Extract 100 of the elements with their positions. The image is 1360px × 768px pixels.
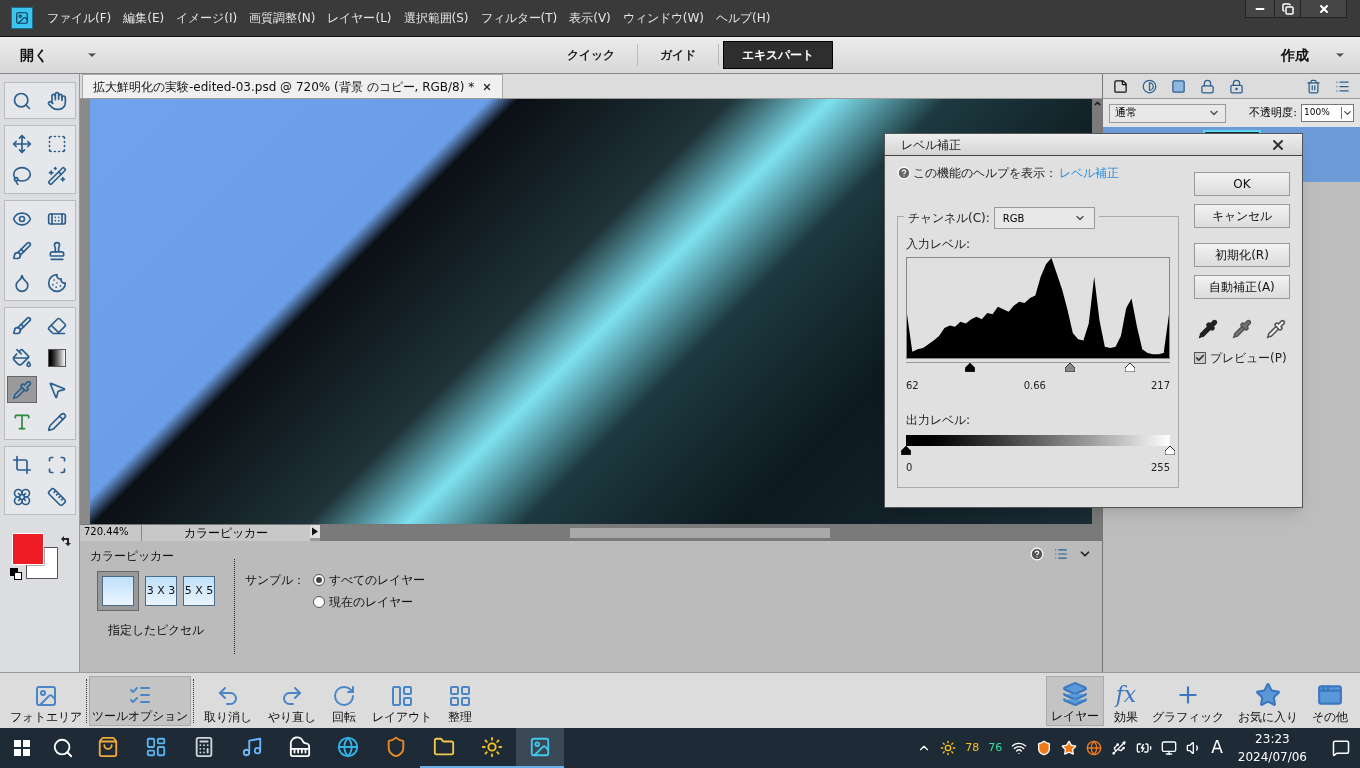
channel-dropdown[interactable]: RGB	[993, 207, 1095, 229]
marquee-icon	[47, 133, 67, 154]
bottom-bar-button[interactable]: ツールオプション	[89, 675, 191, 726]
music-icon	[241, 736, 263, 758]
slider-handle[interactable]	[1125, 363, 1136, 372]
menu-item[interactable]: 表示(V)	[563, 9, 617, 27]
radio-button[interactable]	[313, 596, 325, 608]
menu-item[interactable]: 画質調整(N)	[243, 9, 322, 27]
menu-item[interactable]: レイヤー(L)	[321, 9, 398, 27]
background-swatch[interactable]	[25, 547, 58, 579]
document-tab[interactable]: 拡大鮮明化の実験-edited-03.psd @ 720% (背景 のコピー, RGB/8) *	[82, 74, 504, 98]
sample-size-button[interactable]: 5 X 5	[183, 576, 215, 606]
bottom-bar-button[interactable]: fx 効果	[1110, 675, 1142, 726]
close-icon[interactable]	[482, 81, 493, 92]
level-value: 0	[906, 461, 913, 475]
shield-icon[interactable]	[1036, 740, 1053, 756]
sample-size-button[interactable]: 3 X 3	[145, 576, 177, 606]
bottom-bar-button[interactable]: レイヤー	[1046, 675, 1104, 726]
sample-size-button[interactable]	[97, 571, 139, 611]
ime-indicator[interactable]: A	[1211, 735, 1223, 761]
clock[interactable]: 23:23 2024/07/06	[1237, 730, 1307, 766]
mode-tab[interactable]: ガイド	[642, 41, 714, 69]
default-colors-icon[interactable]	[9, 568, 22, 580]
help-icon[interactable]	[1030, 547, 1044, 561]
radio-button[interactable]	[313, 574, 325, 586]
wifi-icon[interactable]	[1011, 740, 1028, 756]
dialog-button[interactable]: 初期化(R)	[1194, 243, 1290, 267]
menu-item[interactable]: フィルター(T)	[474, 9, 564, 27]
eyedropper-icon[interactable]	[1198, 319, 1218, 339]
swap-arrow-icon[interactable]	[59, 535, 72, 547]
panel-menu-icon[interactable]	[1054, 547, 1068, 561]
slider-handle[interactable]	[1064, 363, 1075, 372]
mode-tab[interactable]: エキスパート	[723, 41, 833, 69]
menu-item[interactable]: ファイル(F)	[41, 9, 118, 27]
network-icon[interactable]	[1161, 740, 1178, 756]
adjustment-icon[interactable]	[1142, 78, 1157, 94]
usb-icon[interactable]	[1111, 740, 1128, 756]
blend-mode-dropdown[interactable]: 通常	[1109, 103, 1226, 123]
bottom-bar-button[interactable]: グラフィック	[1148, 675, 1228, 726]
help-text: この機能のヘルプを表示：	[913, 165, 1057, 182]
dialog-button[interactable]: 自動補正(A)	[1194, 275, 1290, 299]
horizontal-scrollbar[interactable]	[320, 525, 1102, 541]
tray-number[interactable]: 76	[988, 739, 1003, 757]
mode-tab[interactable]: クイック	[549, 41, 633, 69]
dialog-button[interactable]: キャンセル	[1194, 204, 1290, 228]
minimize-button[interactable]	[1246, 0, 1274, 17]
eyedropper-icon[interactable]	[1266, 319, 1286, 339]
droplet-icon	[12, 272, 32, 293]
scan-icon	[47, 454, 67, 475]
radio-label: すべてのレイヤー	[329, 572, 425, 589]
foreground-swatch[interactable]	[11, 533, 44, 565]
transparency-lock-icon[interactable]	[1229, 78, 1244, 94]
brush-icon	[12, 315, 32, 336]
paint-bucket-icon	[12, 347, 32, 368]
windows-logo-icon[interactable]	[14, 740, 30, 756]
create-button[interactable]: 作成	[1281, 44, 1346, 66]
menu-item[interactable]: 選択範囲(S)	[397, 9, 475, 27]
sun-icon[interactable]	[940, 740, 957, 756]
gradient-icon	[48, 348, 66, 367]
layers-icon	[1062, 680, 1088, 707]
bottom-bar-button[interactable]: フォトエリア	[8, 675, 84, 726]
output-levels-label: 出力レベル:	[906, 412, 971, 429]
bottom-bar-button[interactable]: その他	[1308, 675, 1352, 726]
bottom-bar-button[interactable]: やり直し	[266, 675, 318, 726]
move-icon	[12, 133, 32, 154]
bottom-bar-button[interactable]: お気に入り	[1234, 675, 1302, 726]
tray-number[interactable]: 78	[965, 739, 980, 757]
notification-icon[interactable]	[1332, 739, 1350, 757]
dashboard-icon	[145, 736, 167, 758]
slider-handle[interactable]	[901, 446, 911, 455]
panel-menu-icon[interactable]	[1335, 78, 1350, 94]
bottom-bar-button[interactable]: 整理	[446, 675, 474, 726]
slider-handle[interactable]	[965, 363, 976, 372]
menu-item[interactable]: イメージ(I)	[170, 9, 244, 27]
trash-icon[interactable]	[1306, 78, 1321, 94]
play-arrow-icon[interactable]	[310, 525, 320, 538]
mask-icon[interactable]	[1171, 78, 1186, 94]
dialog-button[interactable]: OK	[1194, 172, 1290, 196]
close-button[interactable]	[1301, 0, 1346, 17]
lock-icon[interactable]	[1200, 78, 1215, 94]
bottom-bar-button[interactable]: 取り消し	[202, 675, 254, 726]
battery-icon[interactable]	[1136, 740, 1153, 756]
restore-button[interactable]	[1274, 0, 1301, 17]
search-icon[interactable]	[52, 737, 74, 759]
star-icon[interactable]	[1061, 740, 1078, 756]
opacity-field[interactable]: 100%	[1301, 104, 1354, 122]
scroll-up-icon[interactable]	[1092, 99, 1102, 108]
bottom-bar-button[interactable]: 回転	[330, 675, 358, 726]
folder-icon	[433, 736, 455, 758]
menu-item[interactable]: ヘルプ(H)	[710, 9, 777, 27]
new-layer-icon[interactable]	[1113, 78, 1128, 94]
status-info: カラーピッカー	[142, 525, 310, 541]
eyedropper-icon[interactable]	[1232, 319, 1252, 339]
menu-item[interactable]: ウィンドウ(W)	[616, 9, 711, 27]
open-button[interactable]: 開く	[20, 44, 98, 66]
globe-icon[interactable]	[1086, 740, 1103, 756]
preview-checkbox[interactable]	[1194, 352, 1206, 364]
bottom-bar-button[interactable]: レイアウト	[370, 675, 434, 726]
slider-handle[interactable]	[1165, 446, 1175, 455]
menu-item[interactable]: 編集(E)	[117, 9, 171, 27]
